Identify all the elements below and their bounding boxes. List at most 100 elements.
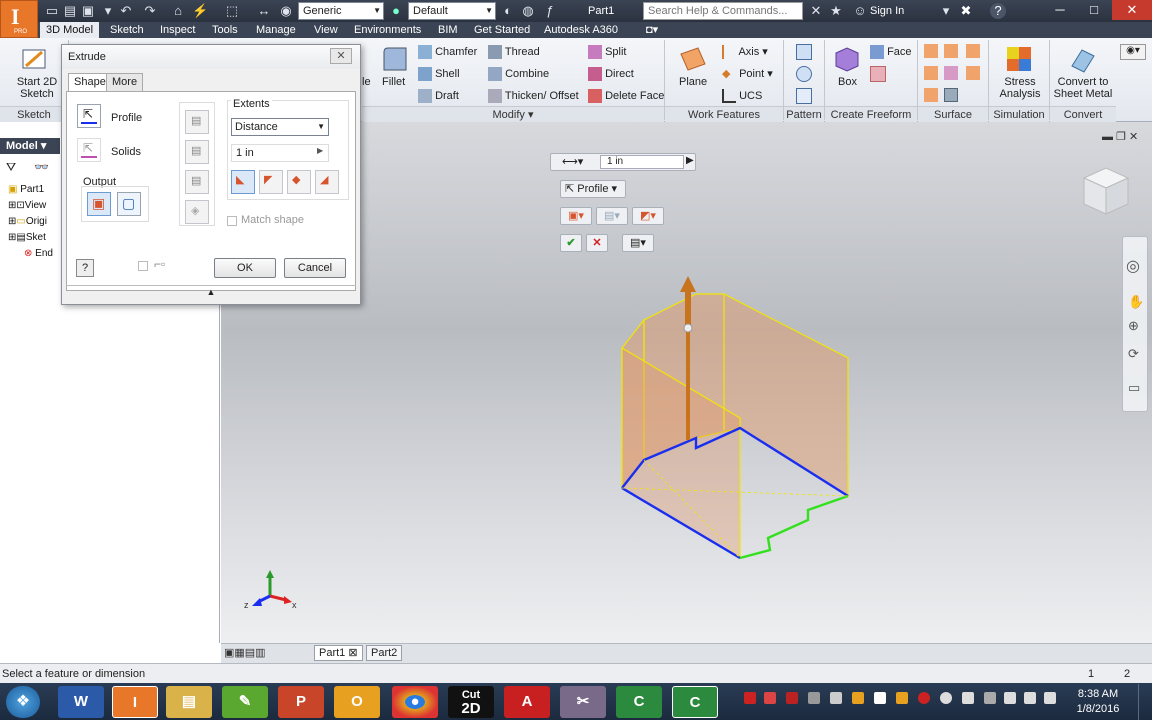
tab-manage[interactable]: Manage [250, 22, 302, 38]
new-icon[interactable]: ▭ [44, 3, 60, 19]
match-shape-checkbox[interactable] [227, 216, 237, 226]
distance-input[interactable]: 1 in [600, 155, 684, 169]
close-icon[interactable]: ⊠ [348, 647, 357, 659]
tree-item-part1[interactable]: ▣ Part1 [8, 184, 44, 195]
taskbar-word-icon[interactable]: W [58, 686, 104, 718]
dialog-expand-arrow-icon[interactable]: ▲ [66, 285, 356, 297]
taskbar-acrobat-icon[interactable]: A [504, 686, 550, 718]
doc-tab-part2[interactable]: Part2 [366, 645, 403, 661]
direction-default-button[interactable]: ◣ [231, 170, 255, 194]
trim-icon[interactable] [924, 66, 938, 80]
viewport-window-controls[interactable]: ▬ ❐ ✕ [1102, 130, 1138, 143]
replace-face-icon[interactable] [966, 66, 980, 80]
expand-arrow-icon[interactable]: ▶ [686, 155, 694, 166]
tab-bim[interactable]: BIM [432, 22, 464, 38]
filter-icon[interactable]: ⛛ [6, 160, 16, 175]
profile-minitoolbar-button[interactable]: ⇱ Profile ▾ [560, 180, 626, 198]
stress-analysis-button[interactable]: Stress Analysis [994, 76, 1046, 100]
dialog-close-button[interactable]: ✕ [330, 48, 352, 64]
taskbar-powerpoint-icon[interactable]: P [278, 686, 324, 718]
circular-pattern-icon[interactable] [796, 66, 812, 82]
solids-select-button[interactable]: ⇱ [77, 138, 101, 162]
cut-button[interactable]: ▤ [185, 140, 209, 164]
chevron-down-icon[interactable]: ▾ [938, 3, 954, 19]
patch-icon[interactable] [966, 44, 980, 58]
output-minitoolbar-button[interactable]: ▣▾ [560, 207, 592, 225]
join-button[interactable]: ▤ [185, 110, 209, 134]
mirror-icon[interactable] [796, 88, 812, 104]
taskbar-explorer-icon[interactable]: ▤ [166, 686, 212, 718]
taskbar-camtasia-recorder-icon[interactable]: C [672, 686, 718, 718]
axis-button[interactable]: Axis ▾ [722, 45, 768, 60]
tray-icon-9[interactable] [918, 692, 930, 704]
tray-icon-2[interactable] [764, 692, 776, 704]
shell-button[interactable]: Shell [418, 67, 460, 81]
cancel-x-icon[interactable]: ✕ [586, 234, 608, 252]
new-solid-button[interactable]: ◈ [185, 200, 209, 224]
help-icon[interactable]: ? [76, 259, 94, 277]
thread-button[interactable]: Thread [488, 45, 540, 59]
tray-icon-1[interactable] [744, 692, 756, 704]
ribbon-options-icon[interactable]: ◉▾ [1120, 44, 1146, 60]
search-input[interactable]: Search Help & Commands... [643, 2, 803, 20]
model-browser-header[interactable]: Model ▾ [0, 138, 60, 154]
tray-network-icon[interactable] [1004, 692, 1016, 704]
output-surface-button[interactable]: ▢ [117, 192, 141, 216]
zoom-icon[interactable]: ⊕ [1128, 318, 1139, 334]
help-icon[interactable]: ? [990, 3, 1006, 19]
favorites-star-icon[interactable]: ★ [828, 3, 844, 19]
direction-flipped-button[interactable]: ◤ [259, 170, 283, 194]
pan-icon[interactable]: ✋ [1128, 294, 1144, 310]
tray-battery-icon[interactable] [1024, 692, 1036, 704]
tab-environments[interactable]: Environments [348, 22, 427, 38]
minitoolbar-options-icon[interactable]: ▤▾ [622, 234, 654, 252]
properties-icon[interactable]: ◉ [278, 3, 294, 19]
tray-icon-6[interactable] [852, 692, 864, 704]
tree-item-sketch[interactable]: ⊞▤Sket [8, 232, 46, 243]
repair-icon[interactable] [924, 88, 938, 102]
taskbar-snipping-icon[interactable]: ✂ [560, 686, 606, 718]
binoculars-icon[interactable]: 👓 [34, 160, 49, 174]
undo-icon[interactable]: ↶ [118, 3, 134, 19]
taskbar-outlook-icon[interactable]: O [334, 686, 380, 718]
stitch-icon[interactable] [924, 44, 938, 58]
ok-button[interactable]: OK [214, 258, 276, 278]
tab-tools[interactable]: Tools [206, 22, 244, 38]
box-button[interactable]: Box [838, 76, 857, 88]
fit-mesh-icon[interactable] [944, 88, 958, 102]
extend-icon[interactable] [944, 66, 958, 80]
direct-button[interactable]: Direct [588, 67, 634, 81]
direction-minitoolbar-button[interactable]: ◩▾ [632, 207, 664, 225]
measure-icon[interactable]: ↔ [256, 3, 272, 19]
show-desktop-button[interactable] [1138, 684, 1152, 720]
tab-sketch[interactable]: Sketch [104, 22, 150, 38]
binoculars-icon[interactable]: ✕ [808, 3, 824, 19]
distance-direction-icon[interactable]: ⟷▾ [562, 155, 583, 168]
steering-wheel-icon[interactable]: ◎ [1126, 256, 1140, 276]
start-sketch-button[interactable]: Start 2D Sketch [8, 76, 66, 100]
tab-3d-model[interactable]: 3D Model [40, 22, 100, 38]
taskbar-cut2d-icon[interactable]: Cut 2D [448, 686, 494, 718]
operation-minitoolbar-button[interactable]: ▤▾ [596, 207, 628, 225]
plane-button[interactable]: Plane [679, 76, 707, 88]
convert-sheet-metal-button[interactable]: Convert to Sheet Metal [1052, 76, 1114, 100]
thicken-offset-button[interactable]: Thicken/ Offset [488, 89, 579, 103]
tray-icon-5[interactable] [830, 692, 842, 704]
tab-more[interactable]: More [106, 73, 144, 91]
minimize-button[interactable]: ─ [1044, 0, 1076, 20]
distance-field[interactable]: 1 in [231, 144, 329, 162]
ucs-button[interactable]: UCS [722, 89, 762, 103]
quick-access-dropdown-icon[interactable]: ▾ [100, 3, 116, 19]
extents-dropdown[interactable]: Distance ▼ [231, 118, 329, 136]
delete-face-button[interactable]: Delete Face [588, 89, 664, 103]
tray-flag-icon[interactable] [984, 692, 996, 704]
appearance-select[interactable]: Default ▼ [408, 2, 496, 20]
home-icon[interactable]: ⌂ [170, 3, 186, 19]
tray-icon-7[interactable] [874, 692, 886, 704]
taskbar-app-icon[interactable]: ✎ [222, 686, 268, 718]
tray-icon-8[interactable] [896, 692, 908, 704]
draft-button[interactable]: Draft [418, 89, 459, 103]
tray-icon-10[interactable] [940, 692, 952, 704]
clock-time[interactable]: 8:38 AM [1072, 688, 1124, 700]
sculpt-icon[interactable] [944, 44, 958, 58]
